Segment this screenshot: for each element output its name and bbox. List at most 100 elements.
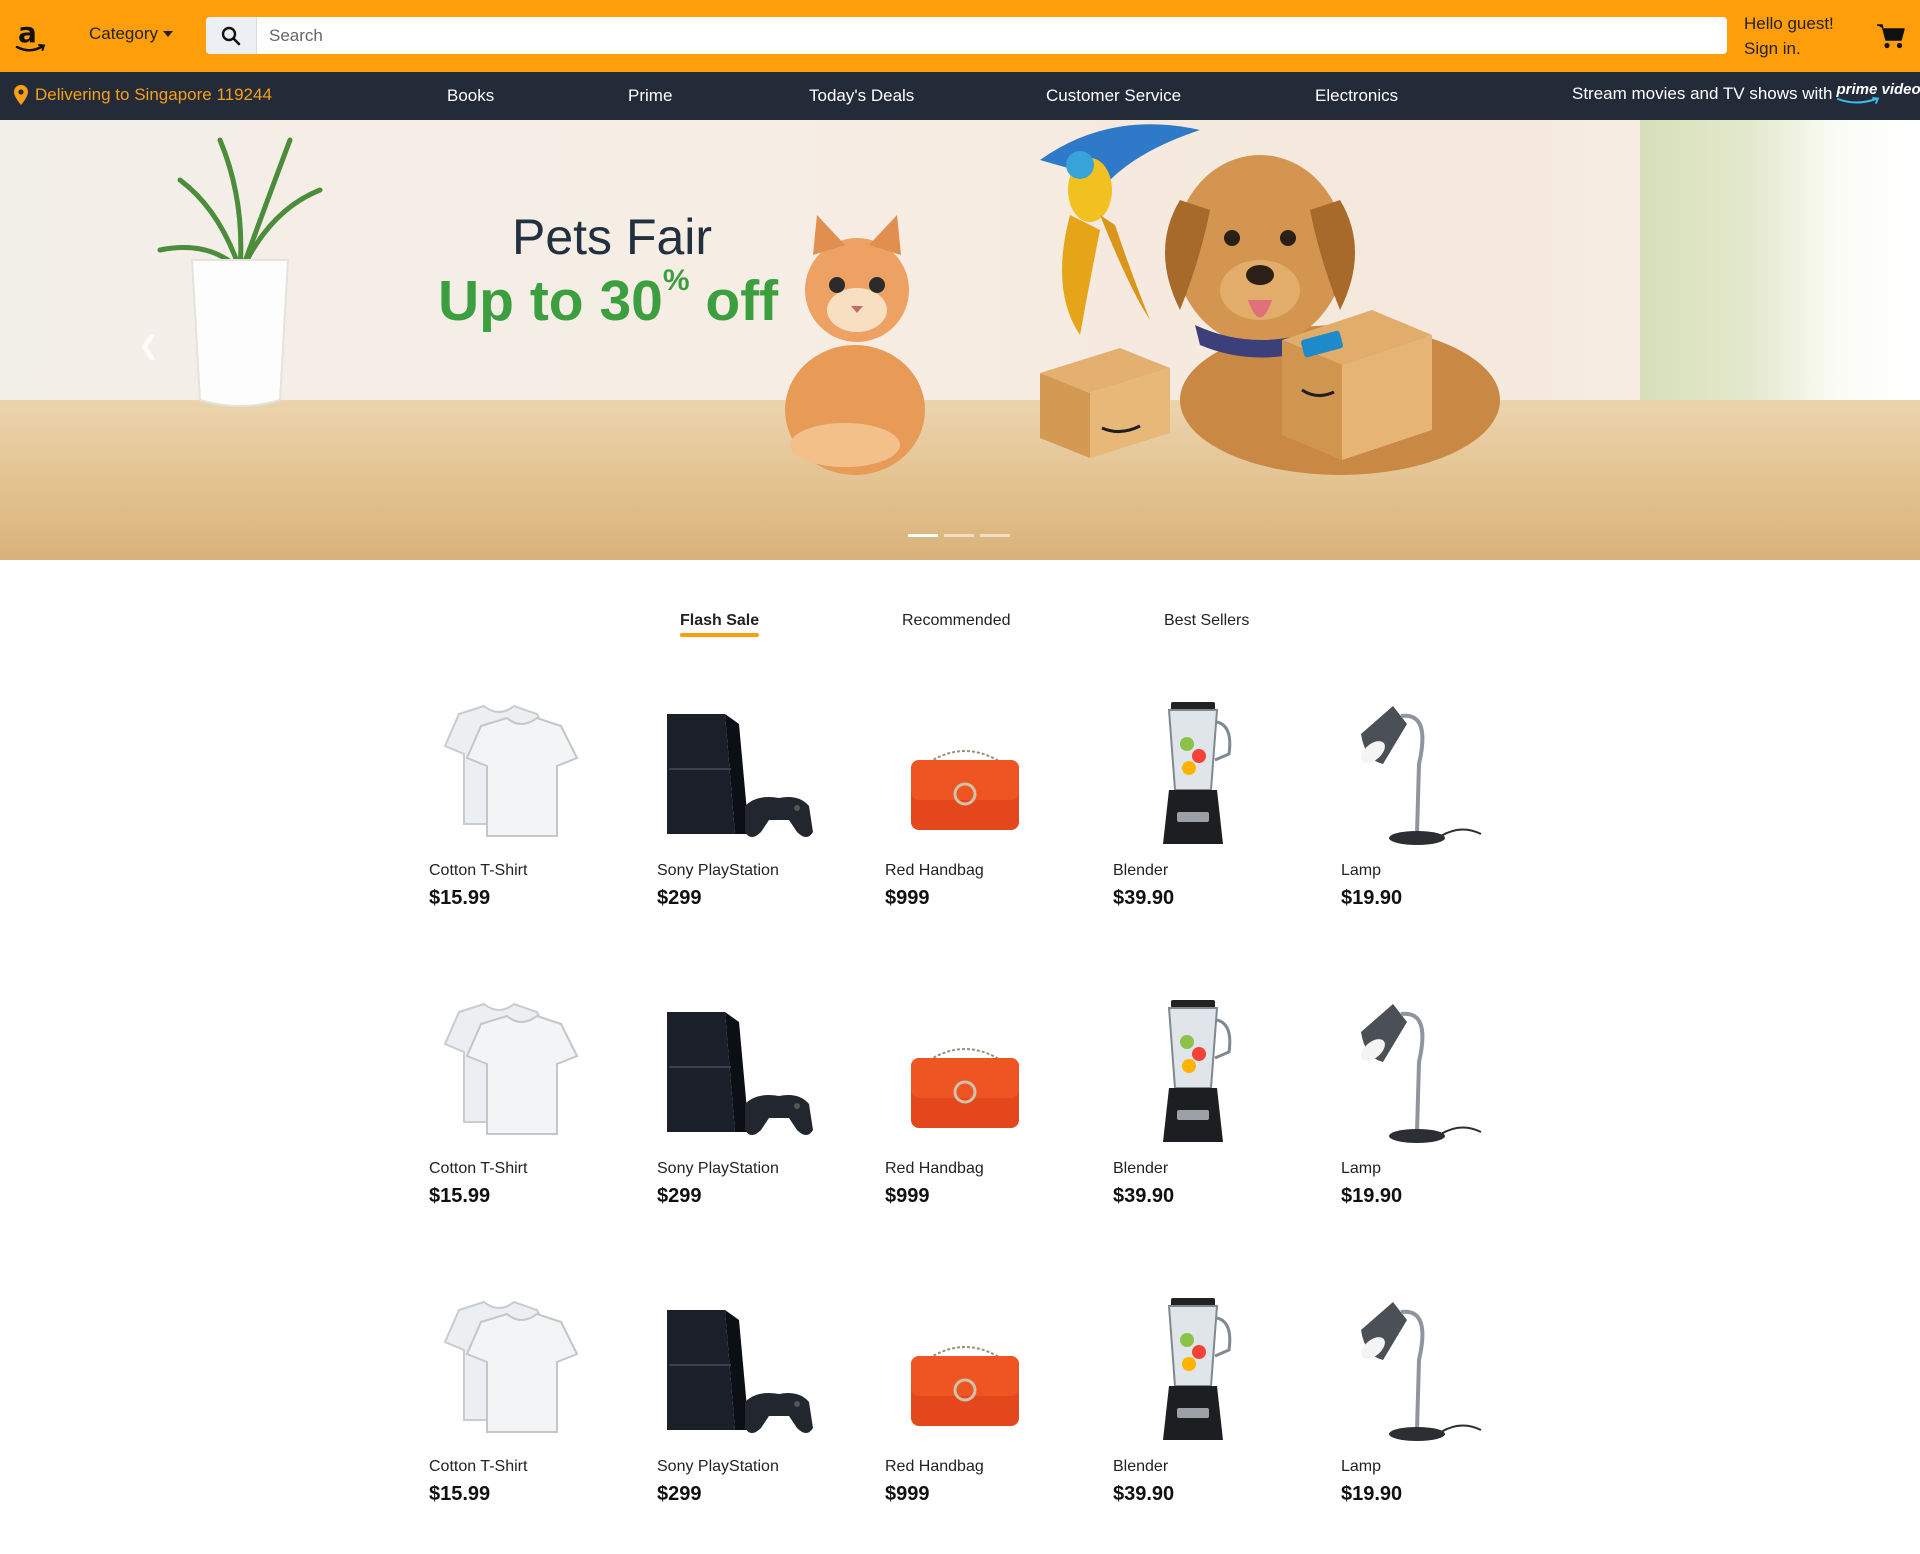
location-pin-icon — [14, 85, 28, 105]
tshirt-icon[interactable] — [429, 1290, 589, 1450]
tab-recommended[interactable]: Recommended — [902, 612, 1011, 630]
tshirt-icon[interactable] — [429, 992, 589, 1152]
product-card[interactable]: Cotton T-Shirt $15.99 — [429, 694, 629, 924]
chevron-down-icon — [162, 31, 173, 37]
delivery-location[interactable]: Delivering to Singapore 119244 — [14, 85, 272, 105]
hero-banner[interactable]: Pets Fair Up to 30% off ❮ — [0, 120, 1920, 560]
svg-text:a: a — [18, 16, 37, 49]
product-card[interactable]: Sony PlayStation $299 — [657, 1290, 857, 1520]
product-card[interactable]: Lamp $19.90 — [1341, 694, 1541, 924]
product-card[interactable]: Sony PlayStation $299 — [657, 694, 857, 924]
nav-link-todays-deals[interactable]: Today's Deals — [809, 86, 914, 106]
product-card[interactable]: Lamp $19.90 — [1341, 1290, 1541, 1520]
blender-icon[interactable] — [1113, 694, 1273, 854]
lamp-icon[interactable] — [1341, 1290, 1501, 1450]
carousel-prev-arrow-icon[interactable]: ❮ — [138, 330, 160, 361]
product-name[interactable]: Cotton T-Shirt — [429, 1160, 527, 1178]
lamp-icon[interactable] — [1341, 992, 1501, 1152]
product-price: $19.90 — [1341, 887, 1403, 909]
product-card[interactable]: Sony PlayStation $299 — [657, 992, 857, 1222]
category-label: Category — [89, 24, 158, 43]
search-input[interactable] — [257, 18, 1727, 53]
blender-icon[interactable] — [1113, 992, 1273, 1152]
product-card[interactable]: Red Handbag $999 — [885, 1290, 1085, 1520]
product-price: $999 — [885, 1185, 930, 1207]
product-card[interactable]: Red Handbag $999 — [885, 992, 1085, 1222]
playstation-icon[interactable] — [657, 1290, 817, 1450]
playstation-icon[interactable] — [657, 992, 817, 1152]
carousel-dot[interactable] — [980, 534, 1010, 537]
nav-link-prime[interactable]: Prime — [628, 86, 672, 106]
product-card[interactable]: Cotton T-Shirt $15.99 — [429, 1290, 629, 1520]
tshirt-icon[interactable] — [429, 694, 589, 854]
product-price: $39.90 — [1113, 887, 1175, 909]
lamp-icon[interactable] — [1341, 694, 1501, 854]
product-name[interactable]: Blender — [1113, 1458, 1168, 1476]
product-price: $15.99 — [429, 1483, 491, 1505]
tab-flash-sale[interactable]: Flash Sale — [680, 612, 760, 637]
prime-video-label: prime video — [1836, 81, 1920, 98]
product-price: $999 — [885, 1483, 930, 1505]
carousel-dot[interactable] — [908, 534, 938, 537]
prime-smile-icon — [1837, 97, 1880, 104]
product-name[interactable]: Lamp — [1341, 862, 1381, 880]
product-card[interactable]: Red Handbag $999 — [885, 694, 1085, 924]
product-name[interactable]: Blender — [1113, 1160, 1168, 1178]
navigation-bar: Delivering to Singapore 119244 Books Pri… — [0, 72, 1920, 120]
product-card[interactable]: Blender $39.90 — [1113, 992, 1313, 1222]
carousel-dot[interactable] — [944, 534, 974, 537]
tab-best-sellers[interactable]: Best Sellers — [1164, 612, 1249, 630]
hero-subtitle: Up to 30% off — [438, 264, 778, 334]
cat-illustration — [785, 215, 925, 475]
product-name[interactable]: Red Handbag — [885, 1160, 984, 1178]
shopping-cart-icon[interactable] — [1876, 22, 1906, 50]
product-name[interactable]: Red Handbag — [885, 862, 984, 880]
product-price: $299 — [657, 1185, 702, 1207]
handbag-icon[interactable] — [885, 992, 1045, 1152]
nav-link-books[interactable]: Books — [447, 86, 494, 106]
product-price: $39.90 — [1113, 1185, 1175, 1207]
product-price: $999 — [885, 887, 930, 909]
prime-video-promo[interactable]: Stream movies and TV shows with prime vi… — [1572, 82, 1920, 105]
product-price: $15.99 — [429, 887, 491, 909]
nav-link-electronics[interactable]: Electronics — [1315, 86, 1398, 106]
prime-box-icon — [1282, 310, 1432, 460]
product-name[interactable]: Blender — [1113, 862, 1168, 880]
product-name[interactable]: Red Handbag — [885, 1458, 984, 1476]
search-bar — [206, 17, 1727, 54]
sign-in-text: Sign in. — [1744, 39, 1801, 58]
product-name[interactable]: Cotton T-Shirt — [429, 1458, 527, 1476]
product-name[interactable]: Sony PlayStation — [657, 862, 779, 880]
nav-link-customer-service[interactable]: Customer Service — [1046, 86, 1181, 106]
search-button[interactable] — [206, 17, 257, 54]
product-card[interactable]: Lamp $19.90 — [1341, 992, 1541, 1222]
sign-in-link[interactable]: Hello guest! Sign in. — [1744, 11, 1834, 61]
amazon-box-icon — [1040, 348, 1170, 458]
product-card[interactable]: Blender $39.90 — [1113, 1290, 1313, 1520]
product-name[interactable]: Lamp — [1341, 1458, 1381, 1476]
product-name[interactable]: Cotton T-Shirt — [429, 862, 527, 880]
product-price: $19.90 — [1341, 1483, 1403, 1505]
banner-window-curtain — [1640, 120, 1920, 410]
product-name[interactable]: Lamp — [1341, 1160, 1381, 1178]
top-header-bar: a Category Hello guest! Sign in. — [0, 0, 1920, 72]
handbag-icon[interactable] — [885, 1290, 1045, 1450]
playstation-icon[interactable] — [657, 694, 817, 854]
product-card[interactable]: Blender $39.90 — [1113, 694, 1313, 924]
hero-subtitle-percent: % — [662, 264, 690, 297]
category-dropdown[interactable]: Category — [89, 24, 173, 44]
plant-illustration — [157, 137, 323, 407]
product-price: $15.99 — [429, 1185, 491, 1207]
carousel-indicators — [908, 534, 1010, 537]
product-name[interactable]: Sony PlayStation — [657, 1160, 779, 1178]
product-card[interactable]: Cotton T-Shirt $15.99 — [429, 992, 629, 1222]
product-price: $19.90 — [1341, 1185, 1403, 1207]
amazon-logo-icon[interactable]: a — [14, 16, 46, 56]
handbag-icon[interactable] — [885, 694, 1045, 854]
product-name[interactable]: Sony PlayStation — [657, 1458, 779, 1476]
product-price: $299 — [657, 887, 702, 909]
blender-icon[interactable] — [1113, 1290, 1273, 1450]
hero-title: Pets Fair — [512, 209, 713, 265]
greeting-text: Hello guest! — [1744, 14, 1834, 33]
product-price: $39.90 — [1113, 1483, 1175, 1505]
